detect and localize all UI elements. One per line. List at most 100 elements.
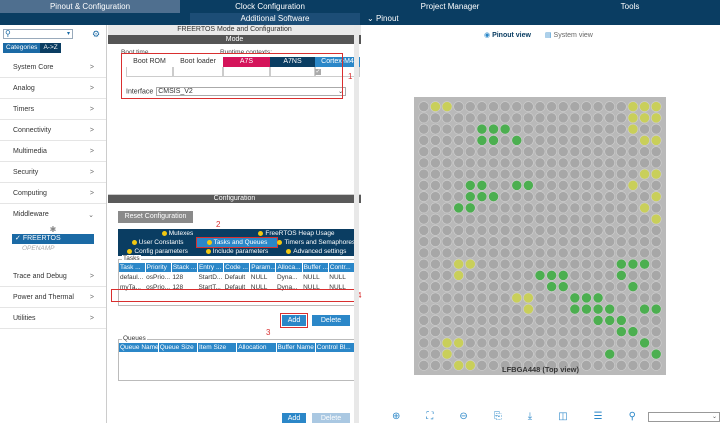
pin-ball[interactable] bbox=[627, 337, 639, 349]
pin-ball[interactable] bbox=[569, 135, 581, 146]
pin-ball[interactable] bbox=[581, 292, 592, 304]
pin-ball[interactable] bbox=[499, 202, 511, 214]
pin-ball[interactable] bbox=[650, 225, 662, 236]
pin-ball[interactable] bbox=[627, 202, 639, 214]
category-utilities[interactable]: Utilities > bbox=[0, 308, 106, 329]
pin-ball[interactable] bbox=[511, 123, 523, 135]
pin-ball[interactable] bbox=[453, 168, 464, 180]
pin-ball[interactable] bbox=[476, 157, 488, 169]
pin-ball[interactable] bbox=[464, 247, 476, 259]
pin-ball[interactable] bbox=[418, 258, 430, 270]
pin-ball[interactable] bbox=[441, 348, 453, 360]
pin-ball[interactable] bbox=[639, 135, 650, 146]
pin-ball[interactable] bbox=[650, 202, 662, 214]
pin-ball[interactable] bbox=[557, 247, 569, 259]
pin-ball[interactable] bbox=[523, 281, 534, 292]
pin-ball[interactable] bbox=[499, 157, 511, 169]
tab-tools[interactable]: Tools bbox=[540, 0, 720, 13]
tab-mutexes[interactable]: Mutexes bbox=[118, 229, 237, 238]
pin-ball[interactable] bbox=[546, 281, 557, 292]
pin-ball[interactable] bbox=[557, 281, 569, 292]
pin-ball[interactable] bbox=[557, 146, 569, 157]
pin-ball[interactable] bbox=[523, 213, 534, 225]
pin-ball[interactable] bbox=[627, 146, 639, 157]
split-icon[interactable]: ◫ bbox=[558, 411, 567, 422]
tab-tasks-and-queues[interactable]: Tasks and Queues bbox=[196, 237, 278, 248]
category-power-and-thermal[interactable]: Power and Thermal > bbox=[0, 287, 106, 308]
pin-ball[interactable] bbox=[639, 101, 650, 112]
pin-ball[interactable] bbox=[511, 258, 523, 270]
pin-ball[interactable] bbox=[534, 236, 546, 247]
pin-ball[interactable] bbox=[546, 146, 557, 157]
pin-ball[interactable] bbox=[523, 112, 534, 124]
pin-ball[interactable] bbox=[627, 236, 639, 247]
pin-ball[interactable] bbox=[511, 168, 523, 180]
pin-ball[interactable] bbox=[453, 202, 464, 214]
pin-ball[interactable] bbox=[488, 337, 499, 349]
pin-ball[interactable] bbox=[511, 247, 523, 259]
pin-ball[interactable] bbox=[627, 123, 639, 135]
pin-ball[interactable] bbox=[569, 123, 581, 135]
pin-ball[interactable] bbox=[604, 225, 616, 236]
pin-ball[interactable] bbox=[546, 101, 557, 112]
pin-ball[interactable] bbox=[604, 281, 616, 292]
pin-ball[interactable] bbox=[650, 123, 662, 135]
middleware-item-freertos[interactable]: ✓ FREERTOS bbox=[12, 234, 94, 244]
pin-ball[interactable] bbox=[592, 236, 604, 247]
table-header[interactable]: Buffer Name bbox=[276, 343, 316, 352]
pin-ball[interactable] bbox=[464, 292, 476, 304]
pin-ball[interactable] bbox=[557, 225, 569, 236]
table-header[interactable]: Contr... bbox=[328, 263, 356, 272]
pin-ball[interactable] bbox=[534, 191, 546, 202]
pin-ball[interactable] bbox=[523, 258, 534, 270]
pin-ball[interactable] bbox=[650, 303, 662, 315]
pin-ball[interactable] bbox=[650, 348, 662, 360]
tab-categories[interactable]: Categories bbox=[3, 43, 41, 53]
pin-ball[interactable] bbox=[639, 258, 650, 270]
pin-ball[interactable] bbox=[639, 213, 650, 225]
pin-ball[interactable] bbox=[488, 101, 499, 112]
pin-ball[interactable] bbox=[546, 225, 557, 236]
pin-ball[interactable] bbox=[464, 258, 476, 270]
pin-ball[interactable] bbox=[557, 348, 569, 360]
pin-ball[interactable] bbox=[499, 292, 511, 304]
pin-ball[interactable] bbox=[499, 348, 511, 360]
pin-ball[interactable] bbox=[430, 337, 441, 349]
tab-pinout-configuration[interactable]: Pinout & Configuration bbox=[0, 0, 180, 13]
pin-ball[interactable] bbox=[569, 315, 581, 326]
pin-ball[interactable] bbox=[627, 157, 639, 169]
pin-ball[interactable] bbox=[639, 292, 650, 304]
pin-ball[interactable] bbox=[650, 168, 662, 180]
pin-ball[interactable] bbox=[441, 303, 453, 315]
table-header[interactable]: Control Bl... bbox=[315, 343, 356, 352]
pin-ball[interactable] bbox=[488, 112, 499, 124]
pin-ball[interactable] bbox=[418, 180, 430, 191]
pin-ball[interactable] bbox=[569, 157, 581, 169]
pin-ball[interactable] bbox=[546, 168, 557, 180]
pin-ball[interactable] bbox=[441, 236, 453, 247]
pin-ball[interactable] bbox=[581, 112, 592, 124]
pin-ball[interactable] bbox=[569, 270, 581, 281]
pin-ball[interactable] bbox=[418, 281, 430, 292]
pin-ball[interactable] bbox=[604, 326, 616, 337]
pin-ball[interactable] bbox=[488, 326, 499, 337]
pin-ball[interactable] bbox=[534, 123, 546, 135]
pin-ball[interactable] bbox=[627, 303, 639, 315]
pin-ball[interactable] bbox=[499, 270, 511, 281]
pin-ball[interactable] bbox=[511, 157, 523, 169]
table-header[interactable]: Priority bbox=[145, 263, 172, 272]
pin-ball[interactable] bbox=[464, 112, 476, 124]
pin-ball[interactable] bbox=[569, 348, 581, 360]
pin-ball[interactable] bbox=[441, 326, 453, 337]
pin-ball[interactable] bbox=[604, 101, 616, 112]
pin-ball[interactable] bbox=[499, 112, 511, 124]
pin-ball[interactable] bbox=[523, 348, 534, 360]
pin-ball[interactable] bbox=[464, 168, 476, 180]
pin-ball[interactable] bbox=[488, 258, 499, 270]
category-middleware[interactable]: Middleware ⌄ bbox=[0, 204, 106, 225]
pin-ball[interactable] bbox=[499, 303, 511, 315]
table-header[interactable]: Code ... bbox=[223, 263, 251, 272]
pin-ball[interactable] bbox=[441, 360, 453, 371]
pin-ball[interactable] bbox=[430, 225, 441, 236]
pin-ball[interactable] bbox=[581, 303, 592, 315]
